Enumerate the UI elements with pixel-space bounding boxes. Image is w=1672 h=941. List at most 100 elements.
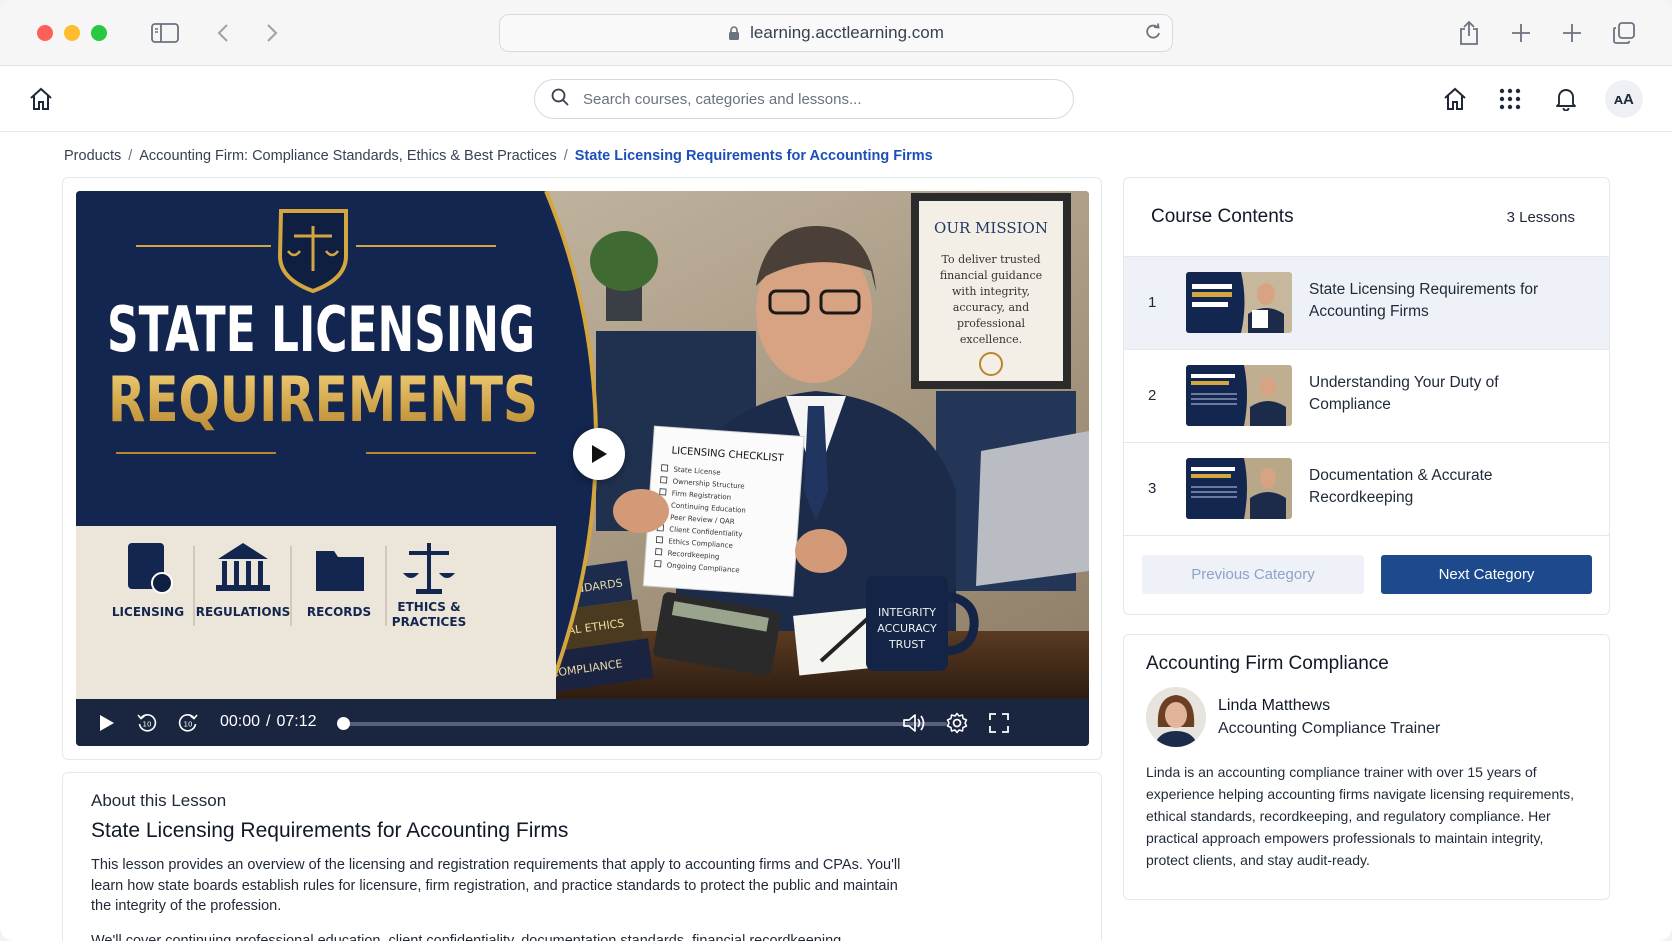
video-controls: 10 10 00:00/07:12 (76, 699, 1089, 746)
course-contents-card: Course Contents 3 Lessons 1 State Licens… (1123, 177, 1610, 615)
mission-line: financial guidance (940, 269, 1042, 282)
video-title-line3: for (290, 428, 351, 472)
svg-text:10: 10 (143, 721, 152, 729)
lesson-thumbnail (1186, 365, 1292, 426)
gear-icon (946, 712, 968, 734)
lesson-thumbnail (1186, 272, 1292, 333)
duration: 07:12 (276, 713, 317, 730)
lesson-title: Documentation & Accurate Recordkeeping (1309, 467, 1493, 506)
breadcrumb-products[interactable]: Products (64, 148, 121, 164)
site-header: ᴀA (0, 66, 1672, 132)
category-navigation: Previous Category Next Category (1124, 536, 1609, 610)
play-button[interactable] (92, 708, 122, 738)
video-title-line2: REQUIREMENTS (108, 363, 538, 436)
zoom-window-button[interactable] (91, 25, 107, 41)
share-icon[interactable] (1453, 17, 1485, 49)
browser-window: learning.acctlearning.com Search courses… (0, 0, 1672, 941)
home-nav-icon[interactable] (1438, 82, 1472, 116)
volume-icon (903, 714, 925, 732)
current-time: 00:00 (220, 713, 261, 730)
lesson-item-1[interactable]: 1 State Licensing Requirements for Accou… (1124, 257, 1609, 350)
search-icon (551, 88, 569, 111)
notification-bell-icon[interactable] (1549, 82, 1583, 116)
feature-label: ETHICS & (397, 600, 460, 614)
lesson-title: Understanding Your Duty of Compliance (1309, 374, 1499, 413)
instructor-bio: Linda is an accounting compliance traine… (1146, 764, 1575, 868)
folder-icon (316, 551, 364, 591)
minimize-window-button[interactable] (64, 25, 80, 41)
user-avatar-button[interactable]: ᴀA (1605, 80, 1643, 118)
instructor-name: Linda Matthews (1218, 697, 1331, 714)
video-title-line1: STATE LICENSING (107, 293, 535, 366)
home-icon[interactable] (24, 82, 58, 116)
progress-bar[interactable] (337, 717, 947, 730)
forward-10-button[interactable]: 10 (173, 708, 203, 738)
rewind-10-button[interactable]: 10 (132, 708, 162, 738)
breadcrumb: Products / Accounting Firm: Compliance S… (64, 148, 933, 164)
fullscreen-icon (989, 713, 1009, 733)
about-description-continued: We'll cover continuing professional educ… (91, 932, 842, 941)
settings-button[interactable] (942, 708, 972, 738)
address-bar[interactable]: learning.acctlearning.com (499, 14, 1173, 52)
lock-icon (728, 25, 740, 41)
search-box[interactable] (534, 79, 1074, 119)
rewind-10-icon: 10 (137, 714, 157, 732)
instructor-role: Accounting Compliance Trainer (1218, 720, 1441, 737)
video-title-line4: ACCOUNTING FIRMS (109, 471, 529, 534)
course-contents-title: Course Contents (1151, 206, 1294, 227)
feature-label: RECORDS (307, 605, 371, 619)
lesson-thumbnail (1186, 458, 1292, 519)
tab-overview-icon[interactable] (1608, 17, 1640, 49)
volume-button[interactable] (900, 708, 930, 738)
breadcrumb-separator: / (128, 148, 133, 164)
feature-label: PRACTICES (392, 615, 466, 629)
lesson-item-2[interactable]: 2 Understanding Your Duty of Compliance (1124, 350, 1609, 443)
feature-label: REGULATIONS (196, 605, 291, 619)
play-icon (100, 715, 114, 731)
feature-label: LICENSING (112, 605, 184, 619)
search-input[interactable] (583, 90, 1023, 108)
video-card: OUR MISSION To deliver trusted financial… (62, 177, 1102, 760)
mission-line: accuracy, and (953, 301, 1029, 314)
about-label: About this Lesson (91, 791, 227, 810)
play-icon (592, 445, 607, 463)
sidebar-toggle-icon[interactable] (149, 17, 181, 49)
mug-text: INTEGRITY (878, 606, 936, 619)
instructor-profile: Linda Matthews Accounting Compliance Tra… (1146, 687, 1587, 751)
new-tab-plus-icon[interactable] (1505, 17, 1537, 49)
instructor-avatar (1146, 687, 1206, 747)
about-lesson-card: About this Lesson State Licensing Requir… (62, 772, 1102, 941)
browser-toolbar: learning.acctlearning.com (0, 0, 1672, 66)
mission-line: excellence. (960, 333, 1022, 346)
play-overlay-button[interactable] (573, 428, 625, 480)
add-plus-icon[interactable] (1556, 17, 1588, 49)
apps-grid-icon[interactable] (1493, 82, 1527, 116)
time-display: 00:00/07:12 (220, 713, 317, 730)
mission-line: To deliver trusted (941, 253, 1040, 266)
lesson-item-3[interactable]: 3 Documentation & Accurate Recordkeeping (1124, 443, 1609, 536)
mission-heading: OUR MISSION (934, 219, 1048, 237)
reload-icon[interactable] (1144, 23, 1162, 41)
about-title: State Licensing Requirements for Account… (91, 819, 569, 842)
lesson-count: 3 Lessons (1506, 208, 1575, 226)
mug-text: ACCURACY (877, 622, 937, 635)
lesson-number: 3 (1148, 480, 1157, 497)
lesson-number: 1 (1148, 294, 1157, 311)
back-arrow-icon[interactable] (207, 17, 239, 49)
url-text: learning.acctlearning.com (750, 23, 944, 42)
forward-arrow-icon[interactable] (256, 17, 288, 49)
fullscreen-button[interactable] (984, 708, 1014, 738)
breadcrumb-course[interactable]: Accounting Firm: Compliance Standards, E… (139, 148, 556, 164)
previous-category-button[interactable]: Previous Category (1142, 555, 1364, 594)
video-player[interactable]: OUR MISSION To deliver trusted financial… (76, 191, 1089, 746)
lesson-title: State Licensing Requirements for Account… (1309, 281, 1539, 320)
next-category-button[interactable]: Next Category (1381, 555, 1592, 594)
lesson-number: 2 (1148, 387, 1157, 404)
mission-line: with integrity, (952, 285, 1030, 298)
mission-line: professional (957, 317, 1026, 330)
about-description: This lesson provides an overview of the … (91, 857, 901, 914)
breadcrumb-current: State Licensing Requirements for Account… (574, 148, 933, 164)
course-contents-header: Course Contents 3 Lessons (1124, 178, 1609, 257)
progress-handle[interactable] (337, 717, 350, 730)
close-window-button[interactable] (37, 25, 53, 41)
